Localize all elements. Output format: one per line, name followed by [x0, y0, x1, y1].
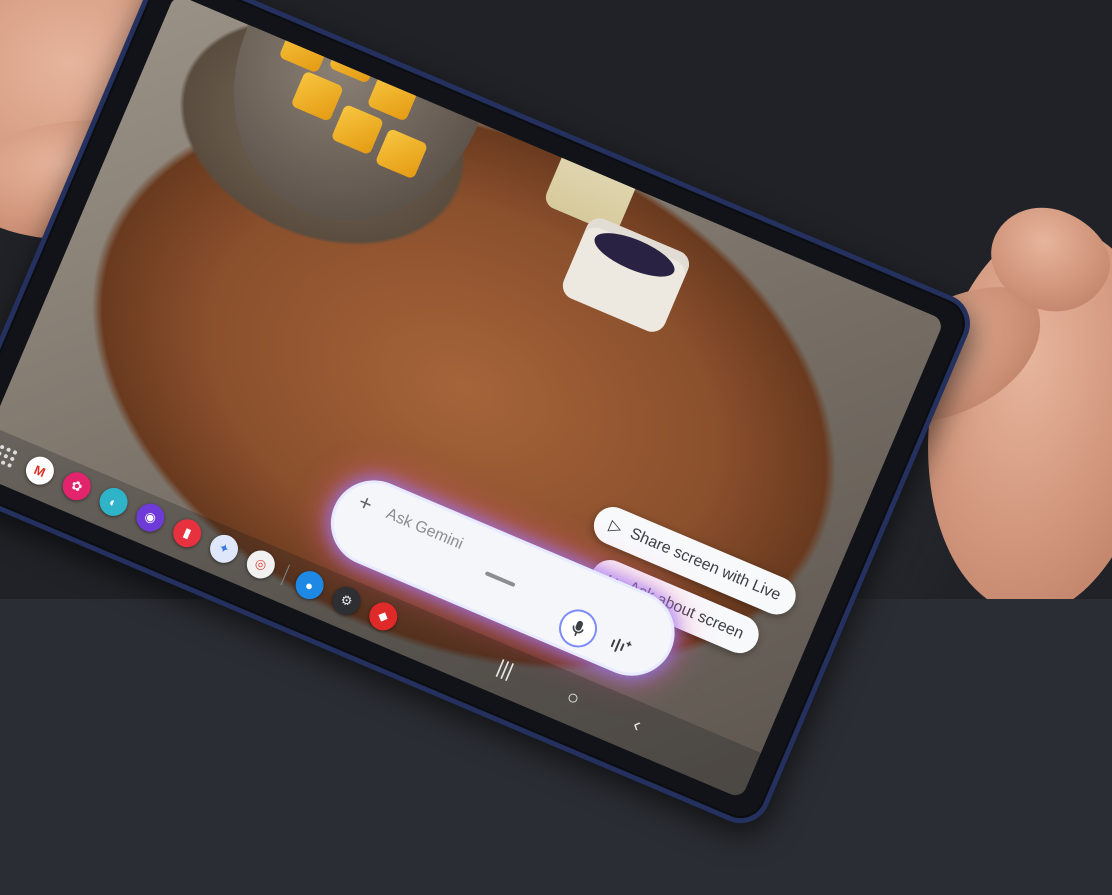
back-button[interactable]: ‹ — [629, 714, 645, 738]
taskbar-divider — [280, 564, 290, 586]
wallpaper-mango — [374, 128, 429, 180]
screen-recorder-icon[interactable]: ◆ — [364, 598, 402, 635]
wallpaper-mango — [278, 22, 333, 74]
wallpaper-mango — [366, 70, 421, 122]
home-button[interactable]: ○ — [563, 686, 583, 712]
wallpaper-ramekin — [558, 214, 694, 337]
microphone-button[interactable] — [553, 603, 603, 654]
ask-gemini-input[interactable] — [380, 503, 577, 602]
gemini-live-button[interactable] — [602, 629, 639, 663]
gallery-icon[interactable]: ✿ — [58, 467, 96, 505]
share-screen-icon: ▷ — [606, 517, 625, 538]
microphone-icon — [572, 620, 584, 637]
gemini-live-icon — [610, 638, 633, 652]
recents-button[interactable]: ||| — [493, 656, 517, 683]
app-drawer-icon[interactable] — [0, 442, 20, 471]
notes-icon[interactable]: ▮ — [168, 514, 206, 552]
wallpaper-mango — [290, 70, 345, 122]
chrome-icon[interactable]: ◎ — [242, 546, 280, 583]
internet-icon[interactable]: ◉ — [132, 499, 169, 536]
gemini-icon[interactable]: ✦ — [205, 530, 243, 568]
wallpaper-mango — [330, 103, 385, 156]
bixby-icon[interactable]: ◐ — [95, 483, 132, 521]
add-attachment-button[interactable]: + — [354, 489, 377, 518]
gmail-icon[interactable]: M — [21, 452, 59, 490]
messages-icon[interactable]: ● — [291, 566, 328, 604]
settings-icon[interactable]: ⚙ — [328, 582, 365, 620]
